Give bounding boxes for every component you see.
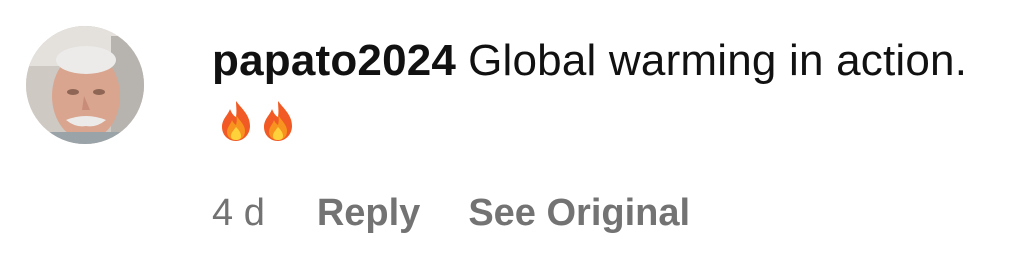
avatar-image <box>26 26 144 144</box>
see-original-button[interactable]: See Original <box>468 192 690 235</box>
username[interactable]: papato2024 <box>212 36 456 85</box>
comment-body: papato2024 Global warming in action. <box>212 30 992 154</box>
timestamp: 4 d <box>212 192 265 234</box>
comment-text-block: papato2024 Global warming in action. <box>212 30 992 154</box>
fire-emoji-icon <box>216 98 256 142</box>
fire-emoji-icon <box>258 98 298 142</box>
comment-meta: 4 d Reply See Original <box>212 192 690 235</box>
avatar[interactable] <box>26 26 144 144</box>
comment: papato2024 Global warming in action. 4 d … <box>0 0 1024 273</box>
comment-text: Global warming in action. <box>468 36 968 85</box>
reply-button[interactable]: Reply <box>317 192 420 235</box>
